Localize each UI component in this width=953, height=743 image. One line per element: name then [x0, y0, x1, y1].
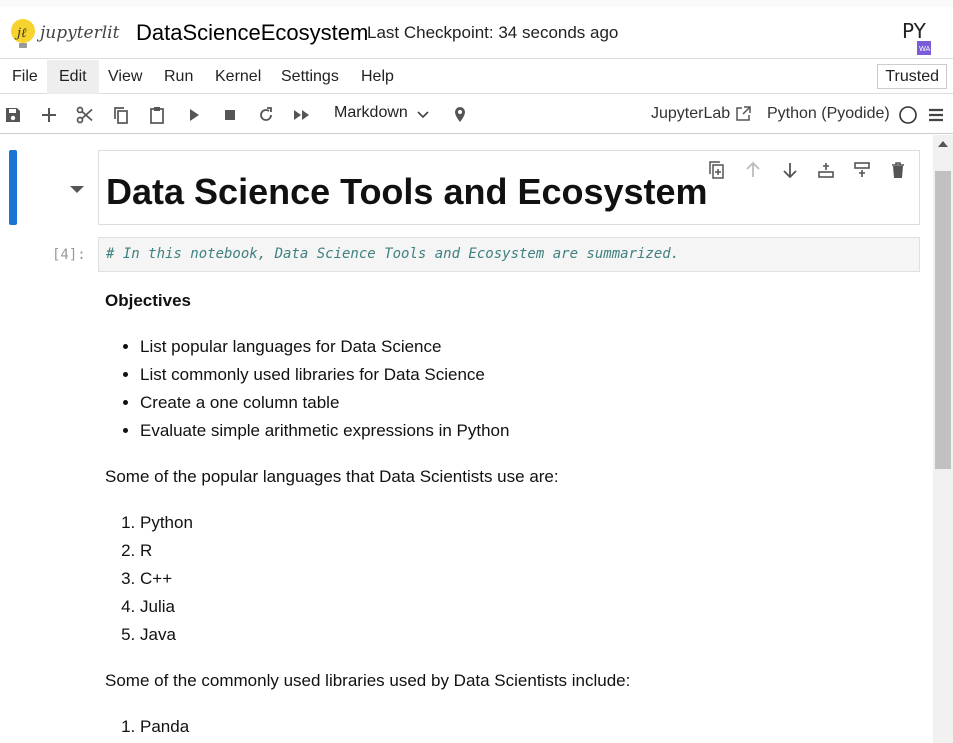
notebook-title[interactable]: DataScienceEcosystem — [136, 20, 368, 46]
restart-button[interactable] — [254, 103, 278, 127]
scrollbar-thumb[interactable] — [935, 171, 951, 469]
list-item: Panda — [140, 713, 915, 741]
stop-icon — [225, 110, 235, 120]
play-icon — [190, 109, 199, 121]
libraries-list: Panda — [140, 713, 915, 741]
plus-icon — [42, 108, 56, 122]
menu-settings[interactable]: Settings — [269, 60, 351, 94]
list-item: Create a one column table — [140, 389, 915, 417]
jupyterlite-logo[interactable]: jℓ jupyterlite — [10, 16, 130, 52]
scissors-icon — [76, 106, 93, 124]
notebook-panel[interactable]: Data Science Tools and Ecosystem [4]: # … — [0, 135, 933, 743]
scroll-up-arrow-icon[interactable] — [938, 141, 948, 147]
menu-view[interactable]: View — [96, 60, 154, 94]
markdown-heading-cell[interactable]: Data Science Tools and Ecosystem — [98, 150, 920, 225]
list-item: Julia — [140, 593, 915, 621]
languages-intro: Some of the popular languages that Data … — [105, 467, 559, 486]
insert-below-button[interactable] — [851, 159, 873, 181]
copy-button[interactable] — [109, 103, 133, 127]
move-down-button[interactable] — [779, 159, 801, 181]
vertical-scrollbar[interactable] — [933, 135, 953, 743]
insert-below-icon — [854, 162, 870, 177]
pyodide-logo: PY WA — [900, 16, 936, 56]
top-strip — [0, 0, 953, 7]
save-button[interactable] — [1, 103, 25, 127]
run-button[interactable] — [182, 103, 206, 127]
objectives-heading: Objectives — [105, 291, 191, 310]
external-link-icon[interactable] — [734, 105, 752, 123]
duplicate-icon — [709, 161, 724, 179]
paste-button[interactable] — [145, 103, 169, 127]
menu-run[interactable]: Run — [152, 60, 205, 94]
run-all-button[interactable] — [290, 103, 314, 127]
copy-icon — [114, 107, 128, 124]
delete-cell-button[interactable] — [887, 159, 909, 181]
pyodide-text: PY — [902, 19, 927, 43]
list-item: List commonly used libraries for Data Sc… — [140, 361, 915, 389]
pyodide-badge: WA — [919, 45, 931, 53]
trusted-indicator[interactable]: Trusted — [877, 64, 947, 89]
insert-above-button[interactable] — [815, 159, 837, 181]
menu-help[interactable]: Help — [349, 60, 406, 94]
location-button[interactable] — [448, 103, 472, 127]
objectives-list: List popular languages for Data Science … — [140, 333, 915, 445]
menu-edit[interactable]: Edit — [47, 60, 99, 94]
jupyterlab-link[interactable]: JupyterLab — [651, 105, 730, 123]
languages-list: Python R C++ Julia Java — [140, 509, 915, 649]
fast-forward-icon — [294, 110, 309, 120]
insert-above-icon — [818, 163, 834, 178]
duplicate-cell-button[interactable] — [706, 159, 728, 181]
list-item: R — [140, 537, 915, 565]
interrupt-button[interactable] — [218, 103, 242, 127]
menu-icon[interactable] — [927, 106, 945, 124]
menu-file[interactable]: File — [0, 60, 50, 94]
refresh-icon — [260, 107, 272, 121]
list-item: List popular languages for Data Science — [140, 333, 915, 361]
insert-cell-button[interactable] — [37, 103, 61, 127]
arrow-down-icon — [783, 163, 797, 179]
move-up-button[interactable] — [742, 159, 764, 181]
arrow-up-icon — [746, 161, 760, 177]
trash-icon — [892, 162, 904, 178]
list-item: Evaluate simple arithmetic expressions i… — [140, 417, 915, 445]
active-cell-indicator — [9, 150, 17, 225]
notebook-heading: Data Science Tools and Ecosystem — [106, 171, 708, 212]
save-icon — [6, 108, 20, 122]
app-header: jℓ jupyterlite DataScienceEcosystem Last… — [0, 7, 953, 59]
chevron-down-icon[interactable] — [416, 108, 430, 122]
libraries-intro: Some of the commonly used libraries used… — [105, 671, 631, 690]
code-cell[interactable]: # In this notebook, Data Science Tools a… — [98, 237, 920, 272]
menu-bar: File Edit View Run Kernel Settings Help … — [0, 60, 953, 94]
logo-text: jupyterlite — [36, 23, 120, 43]
list-item: C++ — [140, 565, 915, 593]
execution-count: [4]: — [52, 247, 86, 263]
collapse-heading-icon[interactable] — [70, 186, 84, 193]
checkpoint-status: Last Checkpoint: 34 seconds ago — [367, 23, 619, 42]
code-comment[interactable]: # In this notebook, Data Science Tools a… — [106, 246, 679, 262]
markdown-output: Objectives List popular languages for Da… — [105, 291, 915, 743]
menu-kernel[interactable]: Kernel — [203, 60, 273, 94]
kernel-name[interactable]: Python (Pyodide) — [767, 105, 890, 123]
list-item: Python — [140, 509, 915, 537]
kernel-idle-icon — [899, 106, 917, 124]
cut-button[interactable] — [73, 103, 97, 127]
list-item: Java — [140, 621, 915, 649]
notebook-toolbar: Markdown JupyterLab Python (Pyodide) — [0, 95, 953, 134]
map-pin-icon — [455, 107, 465, 122]
cell-type-select[interactable]: Markdown — [334, 104, 408, 122]
clipboard-icon — [150, 107, 164, 124]
